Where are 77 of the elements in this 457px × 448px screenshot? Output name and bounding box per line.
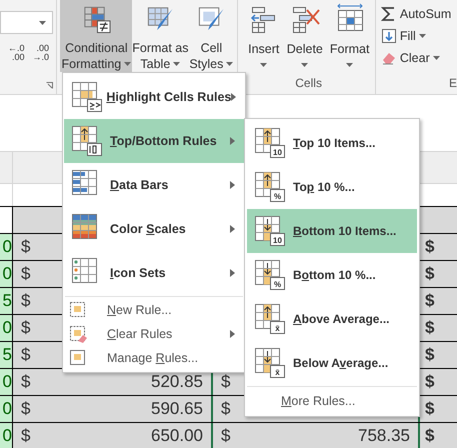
currency-sign: $ xyxy=(221,425,230,448)
currency-sign: $ xyxy=(425,344,434,366)
table-cell: 0 xyxy=(0,396,13,422)
caret-icon xyxy=(173,62,180,66)
highlight-rules-icon xyxy=(72,82,102,112)
format-as-table-button[interactable]: Format as Table xyxy=(132,0,188,72)
cell-styles-button[interactable]: Cell Styles xyxy=(188,0,234,72)
caret-icon xyxy=(39,20,46,24)
currency-sign: $ xyxy=(21,371,30,394)
group-label: E xyxy=(448,75,457,92)
currency-sign: $ xyxy=(425,236,434,258)
menu-item[interactable]: 10 Bottom 10 Items... xyxy=(247,209,417,253)
menu-item[interactable]: Color Scales xyxy=(64,207,244,251)
table-cell: 0 xyxy=(0,315,13,341)
dialog-launcher-icon xyxy=(46,82,53,89)
menu-item[interactable]: Clear Rules xyxy=(64,322,244,346)
currency-sign: $ xyxy=(21,236,30,258)
table-cell: 0 xyxy=(0,423,13,448)
caret-icon xyxy=(432,56,440,60)
caret-icon xyxy=(260,63,268,67)
caret-icon xyxy=(124,62,132,66)
group-label: Cells xyxy=(295,75,322,92)
currency-sign: $ xyxy=(425,398,434,420)
table-cell: 0 xyxy=(0,234,13,260)
currency-sign: $ xyxy=(21,398,30,420)
top-bottom-rules-icon xyxy=(72,126,102,156)
menu-item[interactable]: Top/Bottom Rules xyxy=(64,119,244,163)
conditional-formatting-button[interactable]: Conditional Formatting xyxy=(60,0,132,72)
table-cell: 5 xyxy=(0,342,13,368)
menu-item[interactable]: Icon Sets xyxy=(64,251,244,295)
number-format-dropdown[interactable] xyxy=(0,11,53,34)
caret-icon xyxy=(346,63,354,67)
currency-sign: $ xyxy=(21,344,30,366)
currency-sign: $ xyxy=(425,371,434,394)
table-cell-text: 758.35 xyxy=(358,425,410,448)
increase-decimal-button[interactable]: ←.0 .00 xyxy=(8,44,25,62)
table-cell: 5 xyxy=(0,288,13,314)
currency-sign: $ xyxy=(425,290,434,312)
table-cell: 0 xyxy=(0,369,13,395)
clear-button[interactable]: Clear xyxy=(380,49,457,67)
currency-sign: $ xyxy=(21,425,30,448)
menu-item[interactable]: New Rule... xyxy=(64,298,244,322)
menu-item[interactable]: Manage Rules... xyxy=(64,346,244,370)
currency-sign: $ xyxy=(221,371,230,394)
menu-item[interactable]: % Top 10 %... xyxy=(247,165,417,209)
format-button[interactable]: Format xyxy=(328,0,372,74)
menu-item[interactable]: x̄ Below Average... xyxy=(247,341,417,385)
menu-item[interactable]: Highlight Cells Rules xyxy=(64,75,244,119)
table-cell-text: 650.00 xyxy=(151,425,203,448)
delete-button[interactable]: Delete xyxy=(284,0,325,74)
fill-down-icon xyxy=(380,28,397,44)
manage-rules-icon xyxy=(69,349,87,367)
table-cell: 0 xyxy=(0,261,13,287)
autosum-button[interactable]: AutoSum xyxy=(380,5,457,23)
currency-sign: $ xyxy=(21,263,30,286)
menu-item[interactable]: More Rules... xyxy=(247,388,417,414)
menu-item[interactable]: x̄ Above Average... xyxy=(247,297,417,341)
menu-item[interactable]: Data Bars xyxy=(64,163,244,207)
table-cell-text: 520.85 xyxy=(151,371,203,394)
caret-icon xyxy=(418,34,426,38)
decrease-decimal-button[interactable]: .00 →.0 xyxy=(32,44,50,62)
clear-rules-icon xyxy=(69,325,87,343)
caret-icon xyxy=(301,63,308,67)
sigma-icon xyxy=(380,6,397,22)
currency-sign: $ xyxy=(21,317,30,340)
currency-sign: $ xyxy=(221,398,230,420)
currency-sign: $ xyxy=(425,317,434,340)
menu-item[interactable]: % Bottom 10 %... xyxy=(247,253,417,297)
table-cell-text: 590.65 xyxy=(151,398,203,420)
caret-icon xyxy=(226,62,234,66)
fill-button[interactable]: Fill xyxy=(380,27,457,45)
menu-item[interactable]: 10 Top 10 Items... xyxy=(247,121,417,165)
eraser-icon xyxy=(380,50,397,66)
currency-sign: $ xyxy=(425,425,434,448)
insert-button[interactable]: Insert xyxy=(246,0,282,74)
currency-sign: $ xyxy=(21,290,30,312)
currency-sign: $ xyxy=(425,263,434,286)
